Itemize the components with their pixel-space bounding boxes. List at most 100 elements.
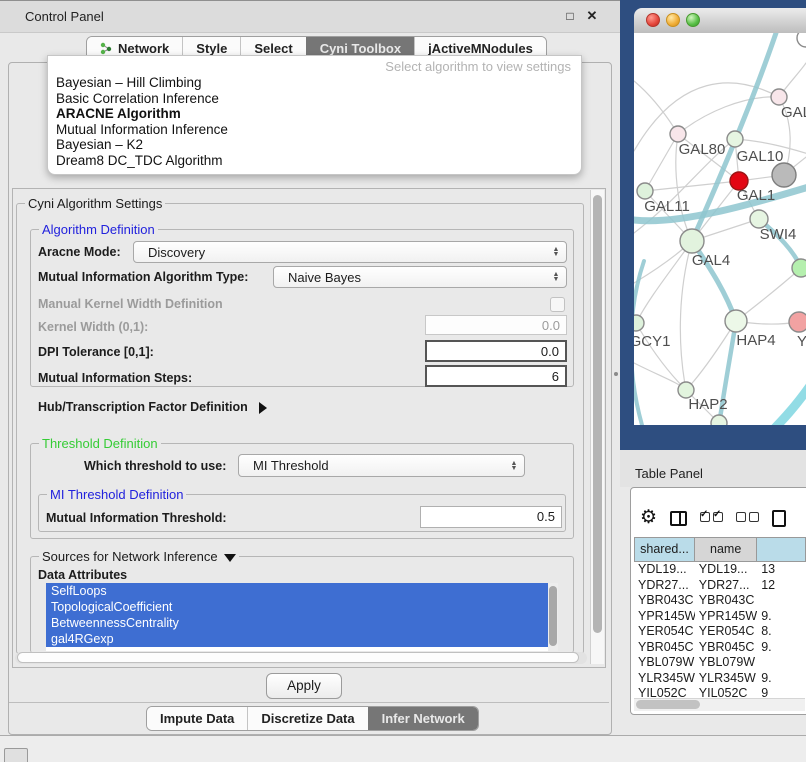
close-panel-icon[interactable]: ✕ [584,8,600,24]
table-row[interactable]: YBL079WYBL079W [634,655,806,671]
network-edge[interactable] [634,363,686,390]
scrollbar-thumb[interactable] [636,700,700,709]
node-label: GAL10 [737,148,784,165]
table-cell: YBR045C [634,640,695,656]
table-column-header[interactable] [757,537,806,562]
data-attribute-item[interactable]: BetweennessCentrality [46,615,548,631]
mi-steps-field[interactable]: 6 [425,365,567,387]
columns-icon[interactable] [670,511,687,526]
unchecked-pair-icon[interactable] [736,509,759,527]
network-edge[interactable] [680,241,692,390]
tab-label: jActiveMNodules [428,41,533,56]
table-row[interactable]: YDL19...YDL19...13 [634,562,806,578]
aracne-mode-label: Aracne Mode: [38,245,121,259]
tab-label: Network [118,41,169,56]
node-label: GAL11 [644,198,690,215]
manual-kernel-checkbox[interactable] [550,297,565,312]
table-cell: YPR145W [634,609,695,625]
scrollbar-thumb[interactable] [593,195,602,633]
network-edge[interactable] [678,97,779,134]
aracne-mode-select[interactable]: Discovery ▲▼ [133,241,567,263]
hub-definition-disclosure[interactable]: Hub/Transcription Factor Definition [38,400,267,414]
algorithm-dropdown-item[interactable]: Bayesian – Hill Climbing [48,75,581,91]
algorithm-dropdown-item[interactable]: Mutual Information Inference [48,122,581,138]
close-traffic-light[interactable] [646,13,660,27]
tab-impute-data[interactable]: Impute Data [147,707,247,730]
kernel-width-label: Kernel Width (0,1): [38,320,148,334]
table-column-header[interactable]: name [695,537,757,562]
dpi-tolerance-field[interactable]: 0.0 [425,340,567,362]
network-node[interactable] [772,163,796,187]
file-icon[interactable] [772,510,786,527]
network-edge[interactable] [634,81,678,134]
network-node[interactable] [637,183,653,199]
data-attribute-item[interactable]: TopologicalCoefficient [46,599,548,615]
network-node[interactable] [727,131,743,147]
table-row[interactable]: YIL052CYIL052C9 [634,686,806,697]
table-row[interactable]: YBR043CYBR043C [634,593,806,609]
sources-legend[interactable]: Sources for Network Inference [39,549,239,564]
table-row[interactable]: YER054CYER054C8. [634,624,806,640]
checked-pair-icon[interactable] [700,509,723,527]
gear-icon[interactable]: ⚙ [640,507,657,529]
table-column-header[interactable]: shared... [634,537,695,562]
network-canvas[interactable]: GALGAL80GAL10GAL1GAL11SWI4GAL4GCY1HAP4YH… [634,33,806,425]
table-cell: YBR043C [634,593,695,609]
mi-threshold-field[interactable]: 0.5 [420,506,562,528]
tab-label: Infer Network [382,711,465,726]
data-attribute-item[interactable]: SelfLoops [46,583,548,599]
algorithm-dropdown-item[interactable]: Dream8 DC_TDC Algorithm [48,153,581,169]
table-row[interactable]: YLR345WYLR345W9. [634,671,806,687]
algorithm-dropdown-item[interactable]: Basic Correlation Inference [48,91,581,107]
network-edge[interactable] [645,181,739,191]
algorithm-dropdown-item[interactable]: ARACNE Algorithm [48,106,581,122]
which-threshold-select[interactable]: MI Threshold ▲▼ [238,454,525,477]
scrollbar-thumb[interactable] [17,652,579,663]
network-edge[interactable] [645,134,678,191]
scrollbar-thumb[interactable] [549,586,557,646]
network-node[interactable] [797,33,806,47]
algorithm-dropdown-item[interactable]: Bayesian – K2 [48,137,581,153]
minimize-traffic-light[interactable] [666,13,680,27]
attributes-scrollbar[interactable] [548,583,558,651]
table-row[interactable]: YBR045CYBR045C9. [634,640,806,656]
tab-infer-network[interactable]: Infer Network [368,707,478,730]
network-edge[interactable] [736,268,801,321]
mi-type-select[interactable]: Naive Bayes ▲▼ [273,266,567,288]
bottom-tab-bar: Impute Data Discretize Data Infer Network [146,706,479,731]
node-label: GAL4 [692,252,730,269]
table-horizontal-scrollbar[interactable] [634,698,805,711]
network-node[interactable] [725,310,747,332]
network-edge[interactable] [768,383,806,425]
table-header-row: shared...name [634,537,806,562]
network-window-titlebar[interactable] [634,8,806,34]
table-row[interactable]: YPR145WYPR145W9. [634,609,806,625]
table-row[interactable]: YDR27...YDR27...12 [634,578,806,594]
kernel-width-field[interactable]: 0.0 [425,315,567,335]
splitter-handle[interactable] [614,372,618,376]
tab-discretize-data[interactable]: Discretize Data [247,707,367,730]
minimized-panel-button[interactable] [4,748,28,762]
tab-label: Discretize Data [261,711,354,726]
data-attributes-list[interactable]: SelfLoopsTopologicalCoefficientBetweenne… [46,583,548,651]
float-panel-icon[interactable]: □ [562,8,578,24]
data-attribute-item[interactable]: gal4RGexp [46,631,548,647]
settings-horizontal-scrollbar[interactable] [15,652,587,664]
node-label: GAL [781,104,806,121]
network-node[interactable] [670,126,686,142]
stepper-icon: ▲▼ [548,247,564,257]
table-cell: YDL19... [634,562,695,578]
network-node[interactable] [771,89,787,105]
cyni-settings-legend: Cyni Algorithm Settings [25,196,165,211]
network-node[interactable] [634,315,644,331]
network-node[interactable] [789,312,806,332]
network-node[interactable] [680,229,704,253]
zoom-traffic-light[interactable] [686,13,700,27]
node-label: HAP2 [688,396,727,413]
network-node[interactable] [792,259,806,277]
table-cell: 8. [757,624,806,640]
network-node[interactable] [711,415,727,425]
settings-vertical-scrollbar[interactable] [590,190,604,664]
apply-button[interactable]: Apply [266,673,342,699]
collapse-triangle-icon [224,554,236,562]
